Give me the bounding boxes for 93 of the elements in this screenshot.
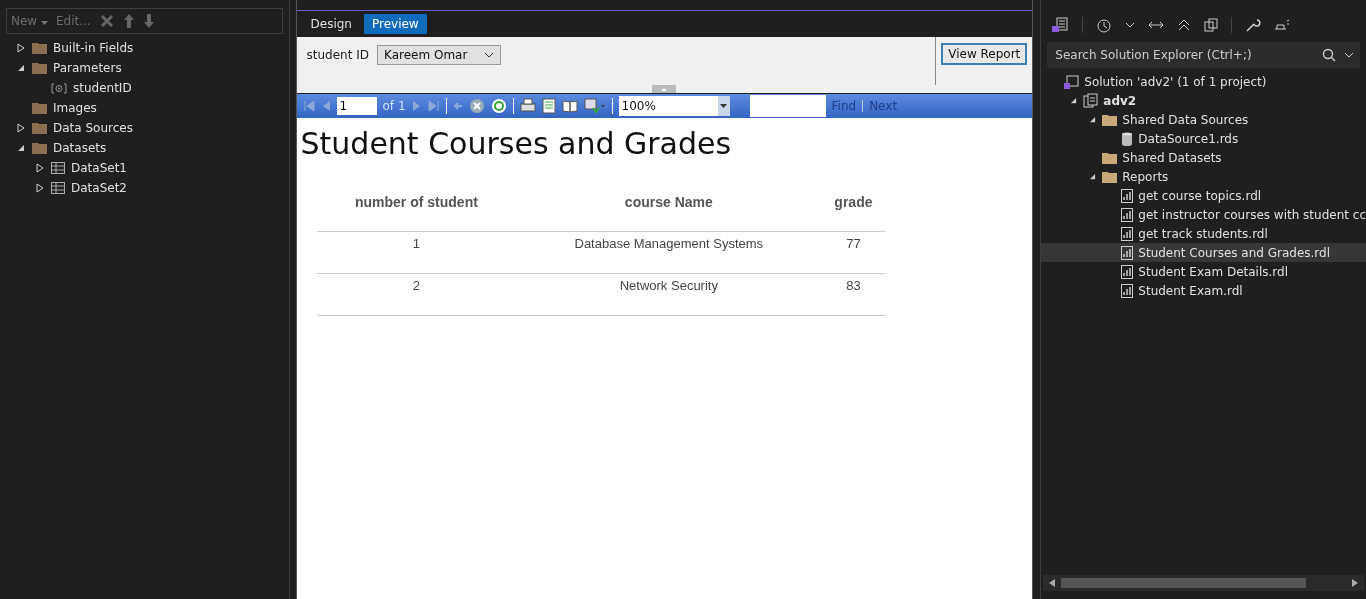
database-icon xyxy=(1121,131,1134,146)
tree-item[interactable]: Parameters xyxy=(53,61,122,75)
tree-item[interactable]: DataSet2 xyxy=(71,181,127,195)
collapse-all-icon[interactable] xyxy=(1177,18,1192,32)
report-icon xyxy=(1121,264,1134,279)
table-icon xyxy=(51,182,65,194)
column-header: course Name xyxy=(516,193,822,232)
tree-item[interactable]: DataSet1 xyxy=(71,161,127,175)
student-dropdown[interactable]: Kareem Omar xyxy=(377,45,501,65)
refresh-icon[interactable] xyxy=(490,98,507,114)
collapse-arrow-icon[interactable] xyxy=(1088,116,1096,123)
search-field[interactable]: Search Solution Explorer (Ctrl+;) xyxy=(1053,47,1314,63)
project-icon xyxy=(1083,93,1099,108)
report-icon xyxy=(1121,226,1134,241)
search-bar[interactable]: Search Solution Explorer (Ctrl+;) xyxy=(1047,42,1360,68)
zoom-dropdown[interactable]: 100% xyxy=(618,96,730,116)
view-tab[interactable]: Design xyxy=(302,14,360,34)
scroll-left-icon[interactable] xyxy=(1049,579,1056,587)
table-icon xyxy=(51,162,65,174)
stop-icon[interactable] xyxy=(468,98,485,114)
tree-item[interactable]: DataSource1.rds xyxy=(1138,131,1239,146)
history-icon[interactable] xyxy=(1096,17,1113,33)
down-arrow-icon[interactable] xyxy=(142,13,155,29)
expand-arrow-icon[interactable] xyxy=(36,163,44,173)
tree-item[interactable]: get instructor courses with student cc xyxy=(1138,207,1366,222)
chevron-down-icon[interactable] xyxy=(1125,22,1136,28)
tree-item[interactable]: get track students.rdl xyxy=(1138,226,1268,241)
print-icon[interactable] xyxy=(519,98,536,114)
book-icon[interactable] xyxy=(561,99,578,113)
page-count: of 1 xyxy=(382,99,406,113)
parameter-label: student ID xyxy=(306,47,369,62)
report-icon xyxy=(1121,245,1134,260)
folder-icon xyxy=(32,142,47,154)
sync-arrows-icon[interactable] xyxy=(1148,20,1165,30)
tree-item[interactable]: Built-in Fields xyxy=(53,41,134,55)
tree-item[interactable]: Student Exam.rdl xyxy=(1138,283,1243,298)
solution-icon xyxy=(1064,74,1080,89)
search-icon xyxy=(1322,48,1336,62)
expand-arrow-icon[interactable] xyxy=(36,183,44,193)
view-report-button[interactable]: View Report xyxy=(941,43,1028,65)
tree-item[interactable]: Datasets xyxy=(53,141,107,155)
table-cell: 83 xyxy=(821,273,886,316)
folder-icon xyxy=(32,122,47,134)
solution-view-icon[interactable] xyxy=(1051,17,1070,33)
table-cell: 2 xyxy=(316,273,517,316)
tree-item[interactable]: Images xyxy=(53,101,97,115)
tree-item[interactable]: Reports xyxy=(1122,169,1169,184)
column-header: grade xyxy=(821,193,886,232)
report-icon xyxy=(1121,207,1134,222)
horizontal-scrollbar[interactable] xyxy=(1043,575,1364,591)
table-cell: Network Security xyxy=(516,273,822,316)
dropdown-arrow-icon xyxy=(720,104,728,108)
up-arrow-icon[interactable] xyxy=(122,13,135,29)
tree-item[interactable]: Student Exam Details.rdl xyxy=(1138,264,1288,279)
folder-icon xyxy=(32,42,47,54)
export-icon[interactable] xyxy=(583,98,606,114)
collapse-arrow-icon[interactable] xyxy=(17,64,25,72)
chevron-icon xyxy=(484,52,494,58)
view-tab[interactable]: Preview xyxy=(363,14,427,34)
folder-icon xyxy=(1102,113,1118,126)
collapse-arrow-icon[interactable] xyxy=(1069,97,1077,104)
collapse-handle[interactable] xyxy=(652,85,677,93)
tree-item[interactable]: Solution 'adv2' (1 of 1 project) xyxy=(1084,74,1267,89)
collapse-arrow-icon[interactable] xyxy=(1088,173,1096,180)
tree-item[interactable]: Shared Datasets xyxy=(1122,150,1222,165)
chevron-down-icon xyxy=(1344,52,1354,58)
column-header: number of student xyxy=(316,193,517,232)
table-cell: Database Management Systems xyxy=(516,231,822,274)
report-title: Student Courses and Grades xyxy=(300,126,733,161)
folder-icon xyxy=(1102,151,1118,164)
delete-icon[interactable] xyxy=(98,13,115,29)
caret-icon xyxy=(41,21,48,25)
collapse-arrow-icon[interactable] xyxy=(17,144,25,152)
expand-arrow-icon[interactable] xyxy=(17,43,25,53)
page-field[interactable]: 1 xyxy=(336,97,377,115)
report-icon xyxy=(1121,188,1134,203)
report-icon xyxy=(1121,283,1134,298)
expand-arrow-icon[interactable] xyxy=(17,123,25,133)
find-field[interactable] xyxy=(749,95,826,117)
tree-item[interactable]: Data Sources xyxy=(53,121,133,135)
parameter-icon xyxy=(51,82,67,94)
tree-item[interactable]: get course topics.rdl xyxy=(1138,188,1262,203)
folder-icon xyxy=(32,62,47,74)
scroll-right-icon[interactable] xyxy=(1352,579,1358,587)
tree-item[interactable]: studentID xyxy=(73,81,132,95)
table-cell: 1 xyxy=(316,231,517,274)
page-layout-icon[interactable] xyxy=(541,98,556,114)
folder-icon xyxy=(1102,170,1118,183)
table-cell: 77 xyxy=(821,231,886,274)
copy-icon[interactable] xyxy=(1204,18,1219,32)
folder-icon xyxy=(32,102,47,114)
tree-item[interactable]: adv2 xyxy=(1103,93,1137,108)
tree-item[interactable]: Shared Data Sources xyxy=(1122,112,1249,127)
